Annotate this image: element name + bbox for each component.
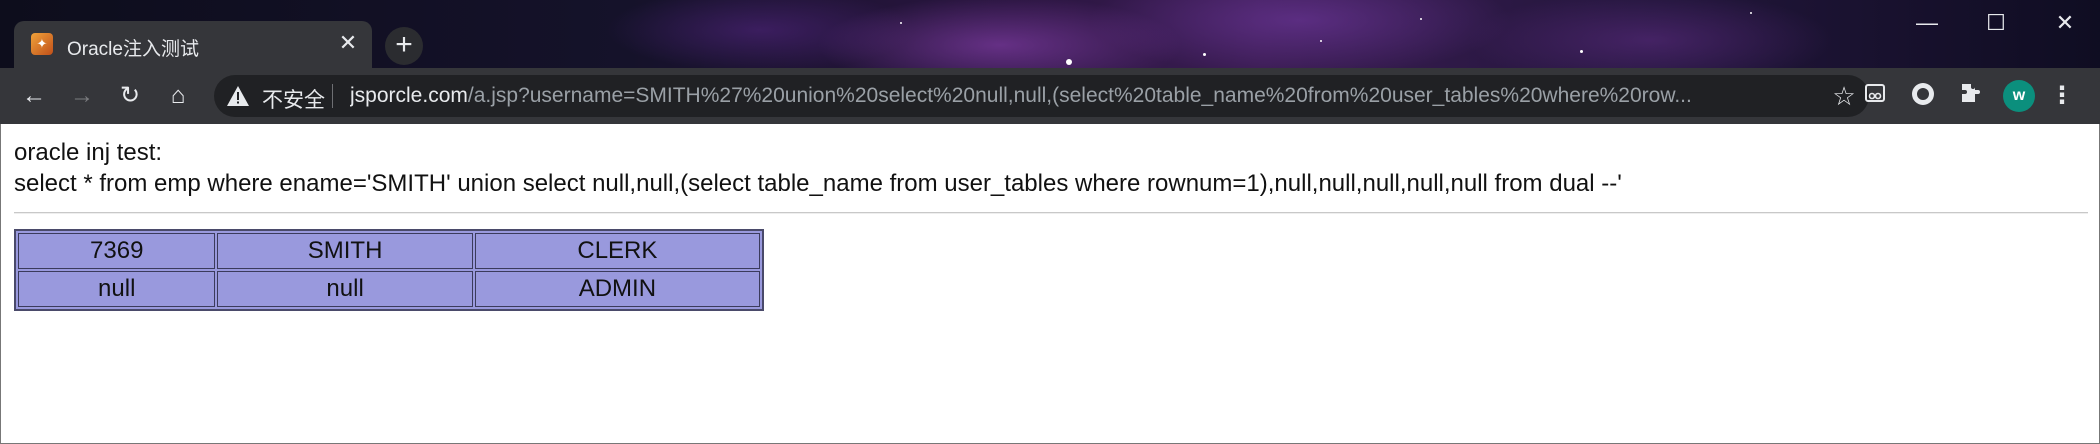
url-text[interactable]: jsporcle.com/a.jsp?username=SMITH%27%20u… (350, 84, 1750, 108)
background-star (1066, 59, 1072, 65)
maximize-button[interactable]: ☐ (1962, 0, 2030, 46)
title-bar: ✦ Oracle注入测试 ✕ + — ☐ ✕ (0, 0, 2100, 68)
bookmark-star-icon[interactable]: ☆ (1829, 81, 1859, 111)
puzzle-extensions-icon[interactable] (1955, 81, 1985, 111)
background-star (1580, 50, 1583, 53)
tab-title: Oracle注入测试 (67, 39, 199, 60)
profile-avatar[interactable]: w (2003, 80, 2035, 112)
record-icon[interactable] (1908, 81, 1938, 111)
table-cell: CLERK (474, 233, 760, 269)
forward-button[interactable]: → (62, 76, 102, 116)
page-heading: oracle inj test: (14, 139, 163, 166)
warning-icon[interactable] (226, 85, 250, 107)
not-secure-label[interactable]: 不安全 (262, 84, 325, 114)
reload-button[interactable]: ↻ (110, 76, 150, 116)
home-button[interactable]: ⌂ (158, 76, 198, 116)
table-row: null null ADMIN (18, 271, 760, 307)
page-content: oracle inj test: select * from emp where… (0, 124, 2100, 444)
reading-mode-icon[interactable] (1860, 81, 1890, 111)
minimize-button[interactable]: — (1893, 0, 1961, 46)
background-star (1750, 12, 1752, 14)
address-bar[interactable]: 不安全 jsporcle.com/a.jsp?username=SMITH%27… (214, 75, 1869, 117)
url-host: jsporcle.com (350, 84, 468, 107)
background-star (1320, 40, 1322, 42)
tomcat-cat-icon: ✦ (31, 33, 53, 55)
back-button[interactable]: ← (14, 76, 54, 116)
browser-menu-icon[interactable]: ⋮ (2047, 76, 2077, 116)
result-table: 7369 SMITH CLERK null null ADMIN (14, 229, 764, 311)
table-cell: 7369 (18, 233, 216, 269)
browser-tab[interactable]: ✦ Oracle注入测试 ✕ (14, 21, 372, 68)
table-cell: null (217, 271, 473, 307)
sql-query-text: select * from emp where ename='SMITH' un… (14, 170, 1622, 197)
table-cell: null (18, 271, 216, 307)
table-row: 7369 SMITH CLERK (18, 233, 760, 269)
new-tab-button[interactable]: + (385, 27, 423, 65)
horizontal-rule (14, 212, 2088, 214)
omnibox-divider (332, 84, 333, 108)
background-star (1420, 18, 1422, 20)
background-star (1203, 53, 1206, 56)
url-path: /a.jsp?username=SMITH%27%20union%20selec… (467, 84, 1692, 107)
table-cell: ADMIN (474, 271, 760, 307)
close-tab-icon[interactable]: ✕ (334, 29, 362, 57)
browser-toolbar: ← → ↻ ⌂ 不安全 jsporcle.com/a.jsp?username=… (0, 68, 2100, 124)
table-cell: SMITH (217, 233, 473, 269)
background-star (900, 22, 902, 24)
close-window-button[interactable]: ✕ (2031, 0, 2099, 46)
